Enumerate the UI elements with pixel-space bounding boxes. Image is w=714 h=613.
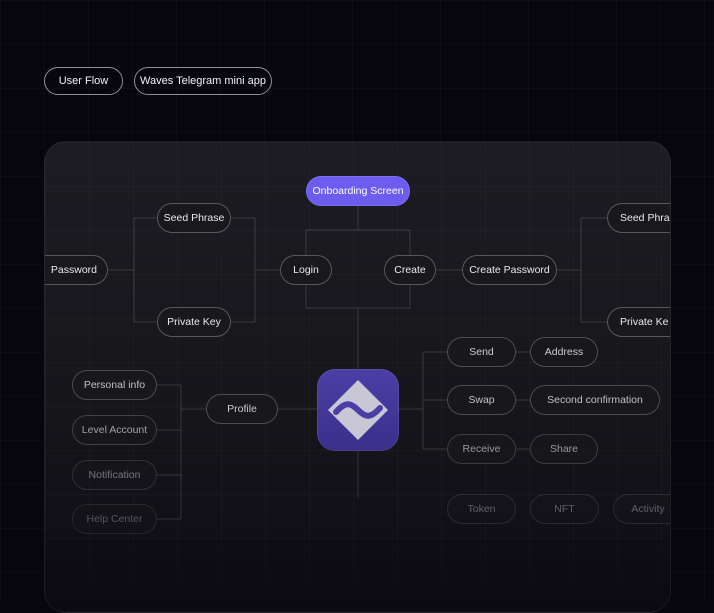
node-second-confirmation[interactable]: Second confirmation [530,385,660,415]
node-private-key-left[interactable]: Private Key [157,307,231,337]
tag-waves-telegram-mini-app[interactable]: Waves Telegram mini app [134,67,272,95]
node-address[interactable]: Address [530,337,598,367]
node-private-key-right[interactable]: Private Ke [607,307,670,337]
tag-user-flow[interactable]: User Flow [44,67,123,95]
node-level-account[interactable]: Level Account [72,415,157,445]
node-token[interactable]: Token [447,494,516,524]
node-onboarding-screen[interactable]: Onboarding Screen [306,176,410,206]
node-profile[interactable]: Profile [206,394,278,424]
node-seed-phrase-right[interactable]: Seed Phra [607,203,670,233]
node-login[interactable]: Login [280,255,332,285]
node-activity[interactable]: Activity [613,494,670,524]
node-seed-phrase-left[interactable]: Seed Phrase [157,203,231,233]
node-receive[interactable]: Receive [447,434,516,464]
node-personal-info[interactable]: Personal info [72,370,157,400]
node-help-center[interactable]: Help Center [72,504,157,534]
flow-diagram-panel: Onboarding Screen Password Seed Phrase P… [44,141,671,613]
node-nft[interactable]: NFT [530,494,599,524]
node-notification[interactable]: Notification [72,460,157,490]
node-create[interactable]: Create [384,255,436,285]
node-swap[interactable]: Swap [447,385,516,415]
node-share[interactable]: Share [530,434,598,464]
node-create-password[interactable]: Create Password [462,255,557,285]
waves-logo-icon [317,369,399,451]
node-send[interactable]: Send [447,337,516,367]
node-password[interactable]: Password [45,255,108,285]
